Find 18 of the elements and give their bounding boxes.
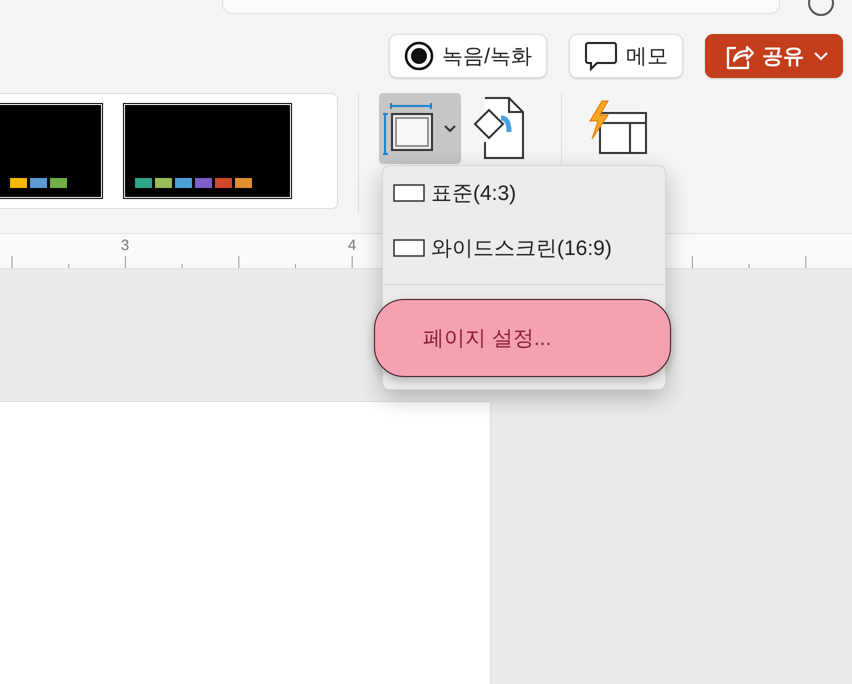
rectangle-icon xyxy=(393,184,425,202)
menu-item[interactable]: 와이드스크린(16:9) xyxy=(383,229,665,267)
menu-item[interactable]: 페이지 설정... xyxy=(374,299,671,377)
record-icon xyxy=(404,41,434,71)
theme-thumbnail[interactable] xyxy=(124,104,291,198)
ruler-number: 4 xyxy=(348,237,356,254)
share-button[interactable]: 공유 xyxy=(705,34,843,78)
caret-icon xyxy=(812,50,830,62)
caret-icon xyxy=(443,124,457,134)
comment-button[interactable]: 메모 xyxy=(569,34,683,78)
menu-item[interactable]: 표준(4:3) xyxy=(383,174,665,212)
slide-size-button[interactable] xyxy=(379,93,461,164)
speech-bubble-icon xyxy=(584,41,618,71)
theme-thumbnail[interactable] xyxy=(0,104,102,198)
record-button[interactable]: 녹음/녹화 xyxy=(389,34,547,78)
rectangle-icon xyxy=(393,239,425,257)
ruler-number: 3 xyxy=(120,237,130,254)
paint-bucket-page-icon xyxy=(471,96,527,162)
